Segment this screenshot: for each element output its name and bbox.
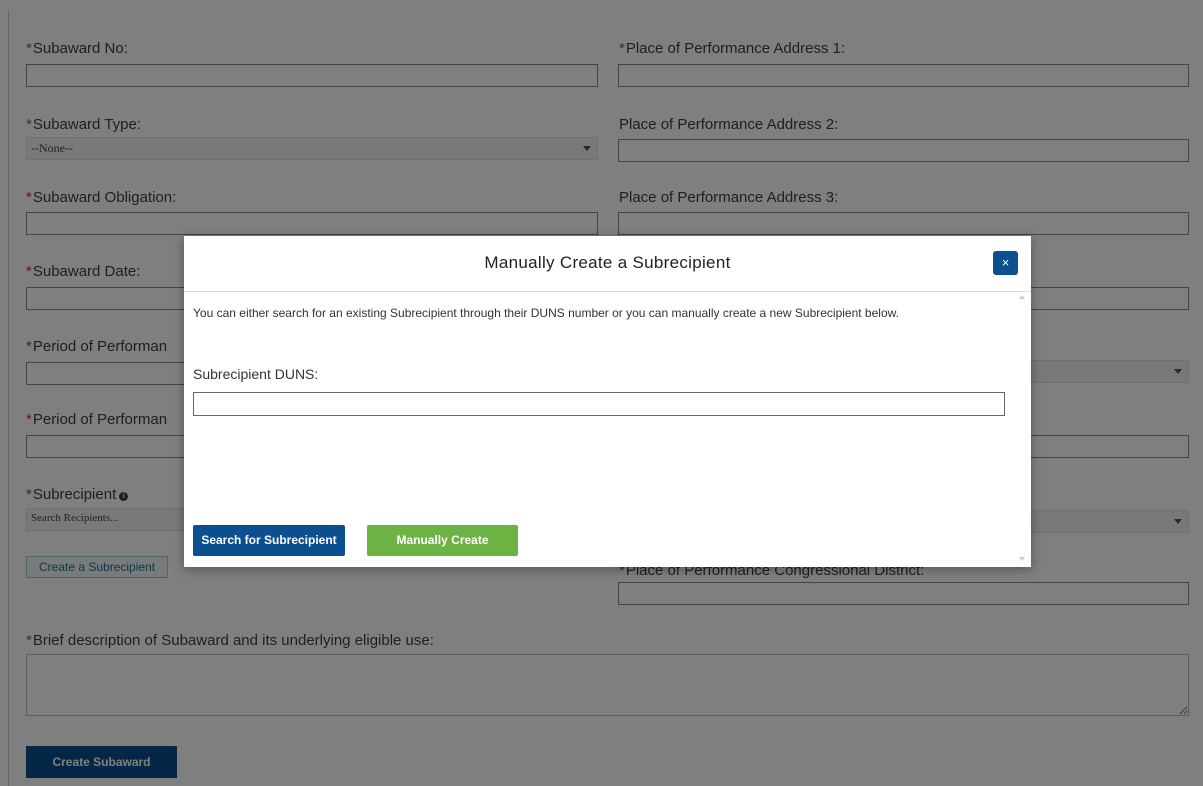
scroll-down-icon[interactable] bbox=[1019, 557, 1025, 561]
modal-body: You can either search for an existing Su… bbox=[193, 303, 1013, 416]
duns-label: Subrecipient DUNS: bbox=[193, 366, 319, 382]
modal-title: Manually Create a Subrecipient bbox=[484, 253, 731, 272]
scroll-up-icon[interactable] bbox=[1019, 295, 1025, 299]
manually-create-button[interactable]: Manually Create bbox=[367, 525, 518, 556]
modal-scrollbar[interactable] bbox=[1016, 292, 1030, 566]
close-icon[interactable]: × bbox=[993, 251, 1018, 275]
search-subrecipient-button[interactable]: Search for Subrecipient bbox=[193, 525, 345, 556]
create-subrecipient-modal: Manually Create a Subrecipient × You can… bbox=[184, 236, 1031, 567]
modal-intro-text: You can either search for an existing Su… bbox=[193, 306, 899, 320]
duns-input[interactable] bbox=[193, 392, 1005, 416]
modal-header: Manually Create a Subrecipient × bbox=[184, 236, 1031, 292]
